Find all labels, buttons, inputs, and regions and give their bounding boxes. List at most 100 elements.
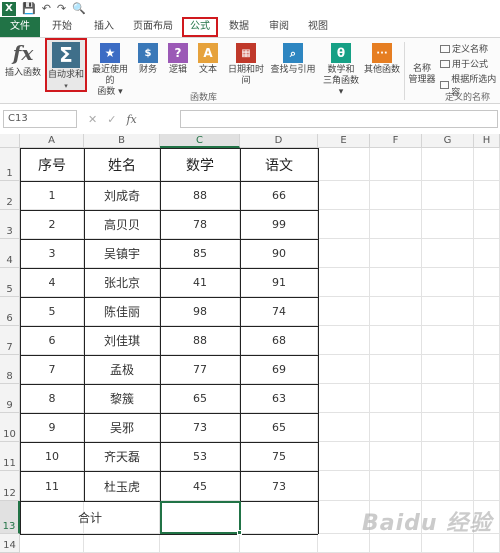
tab-data[interactable]: 数据: [218, 17, 260, 37]
other-functions-button[interactable]: ··· 其他函数: [362, 40, 402, 76]
name-box[interactable]: C13: [3, 110, 77, 128]
table-cell[interactable]: 68: [240, 326, 318, 355]
header-cell[interactable]: 语文: [240, 148, 318, 181]
table-cell[interactable]: 4: [20, 268, 84, 297]
datetime-button[interactable]: ▦ 日期和时间: [224, 40, 268, 87]
undo-icon[interactable]: ↶: [42, 2, 51, 15]
row-header-11[interactable]: 11: [0, 442, 20, 471]
table-cell[interactable]: 6: [20, 326, 84, 355]
row-header-7[interactable]: 7: [0, 326, 20, 355]
column-header-a[interactable]: A: [20, 134, 84, 148]
table-cell[interactable]: 黎簇: [84, 384, 160, 413]
table-cell[interactable]: 8: [20, 384, 84, 413]
header-cell[interactable]: 数学: [160, 148, 240, 181]
insert-function-button[interactable]: fx 插入函数: [2, 40, 44, 79]
recently-used-button[interactable]: ★ 最近使用的 函数 ▾: [88, 40, 132, 98]
table-cell[interactable]: 63: [240, 384, 318, 413]
use-in-formula-button[interactable]: 用于公式: [440, 57, 488, 70]
row-header-3[interactable]: 3: [0, 210, 20, 239]
redo-icon[interactable]: ↷: [57, 2, 66, 15]
table-cell[interactable]: 7: [20, 355, 84, 384]
row-header-2[interactable]: 2: [0, 181, 20, 210]
autosum-button[interactable]: Σ 自动求和 ▾: [45, 38, 87, 92]
cancel-icon[interactable]: ✕: [88, 113, 97, 126]
table-cell[interactable]: 91: [240, 268, 318, 297]
row-header-5[interactable]: 5: [0, 268, 20, 297]
row-header-14[interactable]: 14: [0, 534, 20, 553]
logical-button[interactable]: ? 逻辑: [164, 40, 192, 76]
tab-formulas[interactable]: 公式: [182, 17, 218, 37]
table-cell[interactable]: 65: [240, 413, 318, 442]
row-header-13[interactable]: 13: [0, 501, 20, 534]
insert-function-icon[interactable]: fx: [126, 113, 136, 126]
table-cell[interactable]: 90: [240, 239, 318, 268]
row-header-9[interactable]: 9: [0, 384, 20, 413]
table-cell[interactable]: 88: [160, 181, 240, 210]
enter-icon[interactable]: ✓: [107, 113, 116, 126]
table-cell[interactable]: 5: [20, 297, 84, 326]
table-cell[interactable]: 高贝贝: [84, 210, 160, 239]
column-header-f[interactable]: F: [370, 134, 422, 148]
row-header-12[interactable]: 12: [0, 471, 20, 501]
print-preview-icon[interactable]: 🔍: [72, 2, 86, 15]
column-header-d[interactable]: D: [240, 134, 318, 148]
table-cell[interactable]: 2: [20, 210, 84, 239]
total-label-cell[interactable]: 合计: [20, 501, 160, 534]
column-header-e[interactable]: E: [318, 134, 370, 148]
row-header-1[interactable]: 1: [0, 148, 20, 181]
table-cell[interactable]: 刘成奇: [84, 181, 160, 210]
header-cell[interactable]: 序号: [20, 148, 84, 181]
table-cell[interactable]: 吴镇宇: [84, 239, 160, 268]
financial-button[interactable]: $ 财务: [134, 40, 162, 76]
table-cell[interactable]: 1: [20, 181, 84, 210]
row-header-4[interactable]: 4: [0, 239, 20, 268]
table-cell[interactable]: 73: [240, 471, 318, 501]
table-cell[interactable]: 3: [20, 239, 84, 268]
table-cell[interactable]: 10: [20, 442, 84, 471]
tab-view[interactable]: 视图: [298, 17, 338, 37]
column-header-h[interactable]: H: [474, 134, 500, 148]
formula-input[interactable]: [180, 110, 498, 128]
fill-handle[interactable]: [237, 530, 242, 535]
table-cell[interactable]: 9: [20, 413, 84, 442]
lookup-button[interactable]: ⌕ 查找与引用: [270, 40, 316, 76]
save-icon[interactable]: 💾: [22, 2, 36, 15]
tab-home[interactable]: 开始: [40, 17, 84, 37]
tab-insert[interactable]: 插入: [84, 17, 124, 37]
table-cell[interactable]: 11: [20, 471, 84, 501]
select-all-corner[interactable]: [0, 134, 20, 148]
table-cell[interactable]: 66: [240, 181, 318, 210]
row-header-10[interactable]: 10: [0, 413, 20, 442]
active-cell-selection[interactable]: [160, 501, 241, 534]
column-header-g[interactable]: G: [422, 134, 474, 148]
table-cell[interactable]: 98: [160, 297, 240, 326]
column-header-b[interactable]: B: [84, 134, 160, 148]
tab-review[interactable]: 审阅: [260, 17, 298, 37]
table-cell[interactable]: 刘佳琪: [84, 326, 160, 355]
table-cell[interactable]: 陈佳丽: [84, 297, 160, 326]
name-manager-button[interactable]: 名称 管理器: [406, 64, 438, 86]
table-cell[interactable]: 69: [240, 355, 318, 384]
header-cell[interactable]: 姓名: [84, 148, 160, 181]
table-cell[interactable]: 77: [160, 355, 240, 384]
table-cell[interactable]: 88: [160, 326, 240, 355]
tab-file[interactable]: 文件: [0, 17, 40, 37]
define-name-button[interactable]: 定义名称: [440, 42, 488, 55]
table-cell[interactable]: 99: [240, 210, 318, 239]
text-button[interactable]: A 文本: [194, 40, 222, 76]
table-cell[interactable]: 齐天磊: [84, 442, 160, 471]
table-cell[interactable]: 张北京: [84, 268, 160, 297]
row-header-8[interactable]: 8: [0, 355, 20, 384]
table-cell[interactable]: 吴邪: [84, 413, 160, 442]
column-header-c[interactable]: C: [160, 134, 240, 148]
table-cell[interactable]: 41: [160, 268, 240, 297]
table-cell[interactable]: 73: [160, 413, 240, 442]
table-cell[interactable]: 53: [160, 442, 240, 471]
row-header-6[interactable]: 6: [0, 297, 20, 326]
math-button[interactable]: θ 数学和 三角函数 ▾: [322, 40, 360, 98]
table-cell[interactable]: 65: [160, 384, 240, 413]
table-cell[interactable]: 孟极: [84, 355, 160, 384]
table-cell[interactable]: 杜玉虎: [84, 471, 160, 501]
table-cell[interactable]: 78: [160, 210, 240, 239]
table-cell[interactable]: 45: [160, 471, 240, 501]
